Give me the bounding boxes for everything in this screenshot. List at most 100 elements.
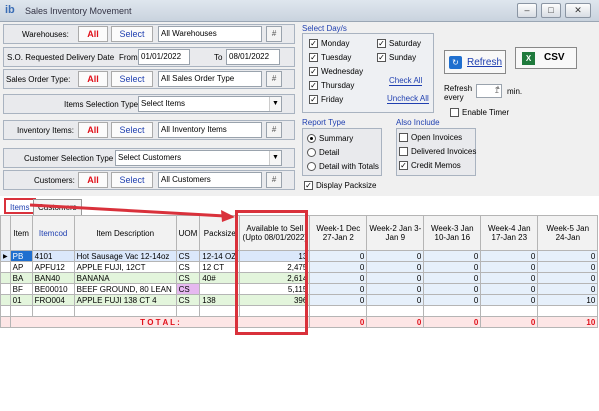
cell-itemcode[interactable]: 4101 [31,250,75,262]
display-packsize-checkbox[interactable]: ✓ Display Packsize [304,181,376,191]
cell-week-5[interactable]: 0 [537,250,599,262]
so-type-select-button[interactable]: Select [111,71,153,87]
refresh-button[interactable]: ↻ Refresh [444,50,506,74]
warehouses-select-button[interactable]: Select [111,26,153,42]
cell-uom[interactable]: CS [175,261,201,273]
cell-week-2[interactable]: 0 [366,283,425,295]
day-thursday[interactable]: ✓ Thursday [309,81,354,91]
cell-week-2[interactable]: 0 [366,272,425,284]
cell-description[interactable]: APPLE FUJI, 12CT [73,261,177,273]
csv-button[interactable]: X CSV [515,47,577,69]
from-date-field[interactable]: 01/01/2022 [138,49,190,65]
cell-itemcode[interactable]: APFU12 [31,261,75,273]
cell-week-1[interactable]: 0 [309,294,368,306]
cell-week-4[interactable]: 0 [480,250,539,262]
cell-week-1[interactable]: 0 [309,272,368,284]
close-button[interactable]: ✕ [565,3,591,18]
cell-item[interactable]: BF [9,283,33,295]
day-friday[interactable]: ✓ Friday [309,95,343,105]
cell-week-3[interactable]: 0 [423,294,482,306]
cell-week-1[interactable]: 0 [309,283,368,295]
item-selection-dropdown[interactable]: Select Items ▼ [138,96,282,112]
day-tuesday[interactable]: ✓ Tuesday [309,53,351,63]
cell-description[interactable]: Hot Sausage Vac 12-14oz [73,250,177,262]
cell-description[interactable]: APPLE FUJI 138 CT 4 [73,294,177,306]
day-sunday[interactable]: ✓ Sunday [377,53,416,63]
chevron-down-icon: ▼ [269,151,281,165]
cell-week-3[interactable]: 0 [423,261,482,273]
open-invoices-checkbox[interactable]: Open Invoices [399,133,462,143]
inventory-items-field[interactable]: All Inventory Items [158,122,262,138]
check-all-link[interactable]: Check All [389,76,423,86]
day-saturday[interactable]: ✓ Saturday [377,39,421,49]
minimize-button[interactable]: – [517,3,537,18]
cell-item[interactable]: PB [9,250,33,262]
customers-field[interactable]: All Customers [158,172,262,188]
day-monday[interactable]: ✓ Monday [309,39,349,49]
customers-select-button[interactable]: Select [111,172,153,188]
cell-week-1[interactable]: 0 [309,250,368,262]
cell-week-4[interactable]: 0 [480,294,539,306]
warehouses-field[interactable]: All Warehouses [158,26,262,42]
cell-uom[interactable]: CS [175,283,201,295]
spinner-icon[interactable]: ▲ [495,85,501,91]
row-indicator[interactable]: ▶ [0,250,11,262]
cell-week-4[interactable]: 0 [480,261,539,273]
row-indicator[interactable] [0,283,11,295]
cell-week-1[interactable]: 0 [309,261,368,273]
cell-week-2[interactable]: 0 [366,261,425,273]
inventory-hash-button[interactable]: # [266,122,282,138]
cell-itemcode[interactable]: BAN40 [31,272,75,284]
cell-week-3[interactable]: 0 [423,272,482,284]
cell-uom[interactable]: CS [175,272,201,284]
so-type-hash-button[interactable]: # [266,71,282,87]
so-type-field[interactable]: All Sales Order Type [158,71,262,87]
inventory-all-button[interactable]: All [78,122,108,138]
inventory-select-button[interactable]: Select [111,122,153,138]
row-indicator[interactable] [0,294,11,306]
cell-packsize[interactable]: 12 CT [199,261,241,273]
cell-week-4[interactable]: 0 [480,283,539,295]
cell-packsize[interactable]: 40# [199,272,241,284]
customers-all-button[interactable]: All [78,172,108,188]
cell-description[interactable]: BANANA [73,272,177,284]
checkbox-icon [399,147,408,157]
to-date-field[interactable]: 08/01/2022 [226,49,280,65]
cell-week-4[interactable]: 0 [480,272,539,284]
cell-week-5[interactable]: 0 [537,261,599,273]
cell-item[interactable]: AP [9,261,33,273]
enable-timer-checkbox[interactable]: Enable Timer [450,108,509,118]
cell-week-5[interactable]: 0 [537,272,599,284]
uncheck-all-link[interactable]: Uncheck All [387,94,429,104]
cell-week-5[interactable]: 10 [537,294,599,306]
row-indicator[interactable] [0,272,11,284]
row-indicator[interactable] [0,261,11,273]
credit-memos-checkbox[interactable]: ✓ Credit Memos [399,161,461,171]
warehouses-all-button[interactable]: All [78,26,108,42]
cell-item[interactable]: BA [9,272,33,284]
cell-week-2[interactable]: 0 [366,294,425,306]
cell-uom[interactable]: CS [175,250,201,262]
report-detail-radio[interactable]: Detail [307,148,339,158]
report-summary-radio[interactable]: Summary [307,134,353,144]
cell-week-3[interactable]: 0 [423,250,482,262]
customers-hash-button[interactable]: # [266,172,282,188]
customer-selection-dropdown[interactable]: Select Customers ▼ [115,150,282,166]
cell-item[interactable]: 01 [9,294,33,306]
warehouses-hash-button[interactable]: # [266,26,282,42]
delivered-invoices-checkbox[interactable]: Delivered Invoices [399,147,476,157]
cell-itemcode[interactable]: BE00010 [31,283,75,295]
cell-description[interactable]: BEEF GROUND, 80 LEAN [73,283,177,295]
cell-packsize[interactable] [199,283,241,295]
report-detail-totals-radio[interactable]: Detail with Totals [307,162,379,172]
cell-week-2[interactable]: 0 [366,250,425,262]
so-type-all-button[interactable]: All [78,71,108,87]
cell-packsize[interactable]: 138 [199,294,241,306]
cell-uom[interactable]: CS [175,294,201,306]
cell-week-3[interactable]: 0 [423,283,482,295]
cell-week-5[interactable]: 0 [537,283,599,295]
day-wednesday[interactable]: ✓ Wednesday [309,67,363,77]
cell-packsize[interactable]: 12-14 OZ [199,250,241,262]
restore-button[interactable]: □ [541,3,561,18]
cell-itemcode[interactable]: FRO004 [31,294,75,306]
